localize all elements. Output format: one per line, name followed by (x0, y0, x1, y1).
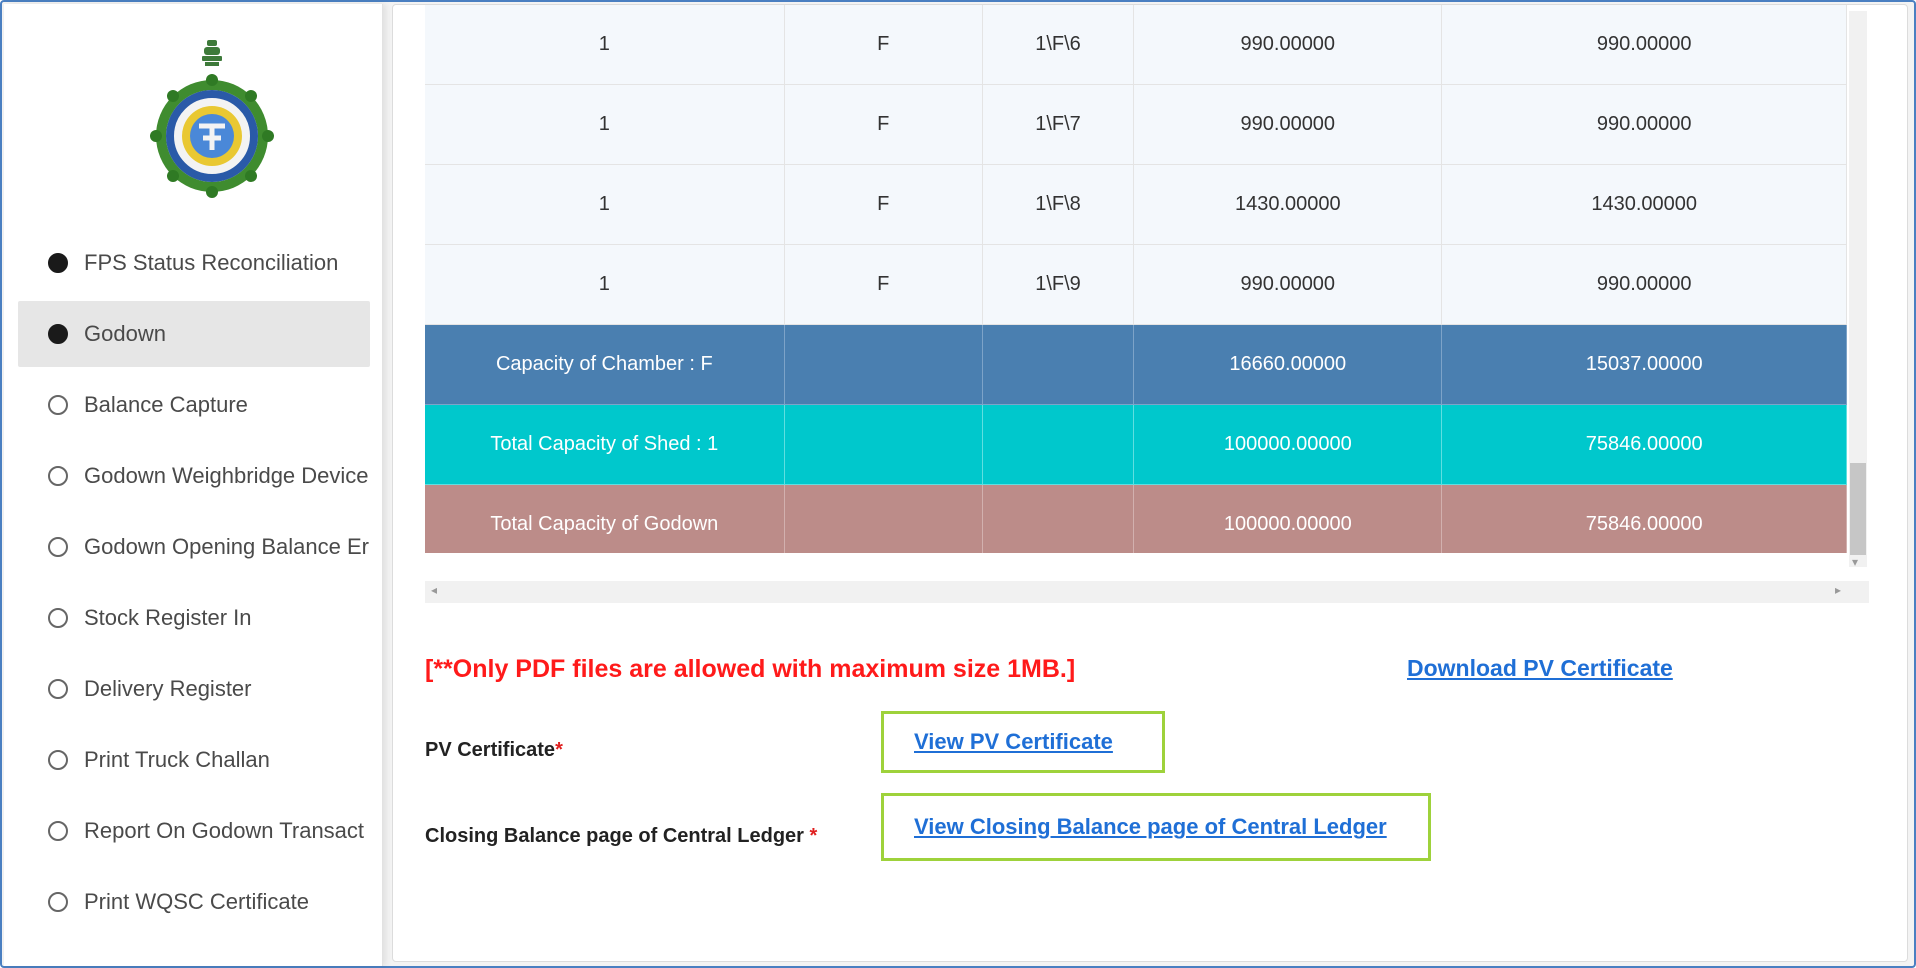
table-row: 1 F 1\F\6 990.00000 990.00000 (425, 5, 1847, 85)
godown-capacity-value: 100000.00000 (1133, 484, 1443, 553)
radio-empty-icon (48, 608, 68, 628)
radio-empty-icon (48, 537, 68, 557)
table-cell: 1 (425, 5, 785, 85)
godown-capacity-value: 75846.00000 (1441, 484, 1847, 553)
table-cell: 1\F\9 (982, 244, 1135, 325)
sidebar: FPS Status Reconciliation Godown Balance… (4, 4, 383, 966)
required-mark: * (555, 739, 563, 761)
table-cell: F (784, 164, 983, 245)
sidebar-menu: FPS Status Reconciliation Godown Balance… (18, 230, 370, 940)
table-cell: F (784, 244, 983, 325)
shed-capacity-value: 100000.00000 (1133, 404, 1443, 485)
radio-filled-icon (48, 324, 68, 344)
sidebar-item-stock-register-in[interactable]: Stock Register In (18, 585, 370, 651)
scroll-left-arrow-icon[interactable]: ◂ (431, 583, 437, 597)
field-label-text: PV Certificate (425, 739, 556, 761)
required-mark: * (809, 825, 818, 847)
table-cell (784, 484, 983, 553)
chamber-capacity-value: 15037.00000 (1441, 324, 1847, 405)
capacity-table-container: 1 F 1\F\6 990.00000 990.00000 1 F 1\F\7 … (425, 5, 1847, 553)
sidebar-item-label: Print Truck Challan (84, 747, 270, 772)
table-cell: 1 (425, 84, 785, 165)
table-cell: 1 (425, 244, 785, 325)
sidebar-item-fps-status-reconciliation[interactable]: FPS Status Reconciliation (18, 230, 370, 296)
table-cell: F (784, 84, 983, 165)
sidebar-item-label: Report On Godown Transact (84, 818, 365, 843)
file-size-note: [**Only PDF files are allowed with maxim… (425, 655, 1076, 683)
table-cell (784, 404, 983, 485)
table-cell: 1\F\8 (982, 164, 1135, 245)
table-cell: F (784, 5, 983, 85)
table-cell (784, 324, 983, 405)
download-pv-certificate-link[interactable]: Download PV Certificate (1407, 655, 1673, 682)
table-cell: 990.00000 (1133, 5, 1443, 85)
table-cell: 1\F\7 (982, 84, 1135, 165)
table-cell (982, 324, 1135, 405)
sidebar-item-godown-opening-balance[interactable]: Godown Opening Balance Er (18, 514, 370, 580)
view-pv-certificate-link[interactable]: View PV Certificate (914, 729, 1113, 755)
radio-empty-icon (48, 466, 68, 486)
table-cell: 1\F\6 (982, 5, 1135, 85)
shed-capacity-label: Total Capacity of Shed : 1 (425, 404, 785, 485)
table-cell (982, 404, 1135, 485)
view-closing-balance-box: View Closing Balance page of Central Led… (881, 793, 1431, 861)
scroll-right-arrow-icon[interactable]: ▸ (1835, 583, 1841, 597)
radio-empty-icon (48, 395, 68, 415)
scroll-down-arrow-icon[interactable]: ▾ (1852, 555, 1858, 569)
sidebar-item-label: FPS Status Reconciliation (84, 250, 339, 275)
sidebar-item-print-wqsc-certificate[interactable]: Print WQSC Certificate (18, 869, 370, 935)
field-label-text: Closing Balance page of Central Ledger (425, 825, 810, 847)
sidebar-item-godown-weighbridge-device[interactable]: Godown Weighbridge Device (18, 443, 370, 509)
sidebar-item-label: Godown Weighbridge Device (84, 463, 369, 488)
radio-empty-icon (48, 679, 68, 699)
view-pv-certificate-box: View PV Certificate (881, 711, 1165, 773)
sidebar-item-godown[interactable]: Godown (18, 301, 370, 367)
table-cell: 1 (425, 164, 785, 245)
table-cell: 990.00000 (1133, 244, 1443, 325)
horizontal-scrollbar[interactable] (425, 581, 1869, 603)
radio-filled-icon (48, 253, 68, 273)
government-emblem-logo (150, 40, 274, 198)
table-cell: 990.00000 (1133, 84, 1443, 165)
sidebar-item-delivery-register[interactable]: Delivery Register (18, 656, 370, 722)
godown-capacity-row: Total Capacity of Godown 100000.00000 75… (425, 484, 1847, 553)
sidebar-item-label: Delivery Register (84, 676, 252, 701)
capacity-table: 1 F 1\F\6 990.00000 990.00000 1 F 1\F\7 … (425, 5, 1847, 553)
vertical-scrollbar-thumb[interactable] (1850, 463, 1866, 555)
radio-empty-icon (48, 892, 68, 912)
pv-certificate-label: PV Certificate* (425, 739, 563, 762)
table-cell: 990.00000 (1441, 5, 1847, 85)
chamber-capacity-row: Capacity of Chamber : F 16660.00000 1503… (425, 324, 1847, 405)
table-cell: 990.00000 (1441, 244, 1847, 325)
sidebar-item-print-truck-challan[interactable]: Print Truck Challan (18, 727, 370, 793)
main-panel: 1 F 1\F\6 990.00000 990.00000 1 F 1\F\7 … (392, 4, 1908, 962)
sidebar-item-label: Print WQSC Certificate (84, 889, 309, 914)
radio-empty-icon (48, 750, 68, 770)
chamber-capacity-label: Capacity of Chamber : F (425, 324, 785, 405)
chamber-capacity-value: 16660.00000 (1133, 324, 1443, 405)
table-row: 1 F 1\F\8 1430.00000 1430.00000 (425, 164, 1847, 245)
radio-empty-icon (48, 821, 68, 841)
sidebar-item-label: Godown Opening Balance Er (84, 534, 369, 559)
view-closing-balance-link[interactable]: View Closing Balance page of Central Led… (914, 814, 1387, 840)
table-row: 1 F 1\F\7 990.00000 990.00000 (425, 84, 1847, 165)
table-cell: 1430.00000 (1441, 164, 1847, 245)
sidebar-item-report-on-godown-transaction[interactable]: Report On Godown Transact (18, 798, 370, 864)
table-cell: 1430.00000 (1133, 164, 1443, 245)
sidebar-item-label: Balance Capture (84, 392, 248, 417)
sidebar-item-label: Godown (84, 321, 166, 346)
table-cell: 990.00000 (1441, 84, 1847, 165)
godown-capacity-label: Total Capacity of Godown (425, 484, 785, 553)
closing-balance-label: Closing Balance page of Central Ledger * (425, 825, 817, 848)
shed-capacity-value: 75846.00000 (1441, 404, 1847, 485)
shed-capacity-row: Total Capacity of Shed : 1 100000.00000 … (425, 404, 1847, 485)
sidebar-item-label: Stock Register In (84, 605, 252, 630)
table-cell (982, 484, 1135, 553)
sidebar-item-balance-capture[interactable]: Balance Capture (18, 372, 370, 438)
table-row: 1 F 1\F\9 990.00000 990.00000 (425, 244, 1847, 325)
